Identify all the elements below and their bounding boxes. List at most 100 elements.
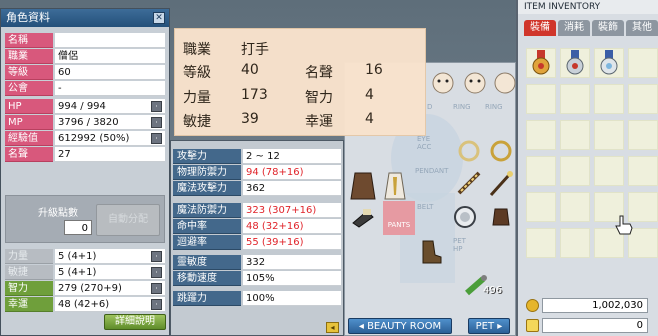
equip-slot-boots[interactable]: [417, 237, 445, 267]
tooltip-level-label: 等級: [183, 65, 211, 81]
inventory-slot-empty[interactable]: [526, 228, 556, 258]
equip-slot-weapon[interactable]: [455, 169, 483, 199]
equip-slot-face[interactable]: [429, 69, 457, 99]
hp-plus-button[interactable]: ·: [151, 101, 162, 112]
inventory-slot-empty[interactable]: [560, 156, 590, 186]
beauty-room-button[interactable]: ◂ BEAUTY ROOM: [348, 318, 452, 334]
character-info-window: 角色資料 ✕ 名稱 職業 僧侶 等級 60 公會 - HP 994 / 994 · MP 3…: [0, 8, 170, 336]
slot-label-pants[interactable]: PANTS: [383, 201, 415, 235]
ap-label: 升級點數: [38, 208, 78, 219]
character-tooltip: 職業 打手 等級 40 名聲 16 力量 173 智力 4 敏捷 39 幸運 4: [174, 28, 426, 136]
slot-label-ring-2: RING: [485, 103, 503, 111]
equip-slot-ring[interactable]: [487, 137, 515, 167]
detail-row-attack: 攻擊力 2 ~ 12: [173, 149, 341, 164]
str-plus-button[interactable]: ·: [151, 251, 162, 262]
close-icon[interactable]: ✕: [153, 12, 165, 24]
inventory-slot-empty[interactable]: [560, 84, 590, 114]
inventory-title: ITEM INVENTORY: [518, 0, 658, 14]
tab-use[interactable]: 消耗: [558, 20, 590, 36]
detail-stats-panel: 攻擊力 2 ~ 12 物理防禦力 94 (78+16) 魔法攻擊力 362 魔法防禦力…: [170, 140, 344, 336]
star-icon: [526, 319, 539, 332]
tooltip-dex-value: 39: [241, 111, 259, 127]
exp-info-button[interactable]: ·: [151, 133, 162, 144]
stat-row-hp: HP 994 / 994 ·: [5, 99, 165, 114]
inventory-slot-empty[interactable]: [628, 84, 658, 114]
inventory-slot-empty[interactable]: [560, 192, 590, 222]
tab-etc[interactable]: 其他: [626, 20, 658, 36]
points-row: 0: [526, 318, 652, 333]
slot-label-belt: BELT: [417, 203, 434, 211]
inventory-slot-medal-3[interactable]: [594, 48, 624, 78]
collapse-icon[interactable]: ◂: [326, 322, 339, 333]
tooltip-job-label: 職業: [183, 42, 211, 58]
inventory-slot-empty[interactable]: [526, 156, 556, 186]
attr-row-dex: 敏捷 5 (4+1) ·: [5, 265, 165, 280]
inventory-slot-medal-1[interactable]: [526, 48, 556, 78]
detail-row-mattack: 魔法攻擊力 362: [173, 181, 341, 196]
tooltip-str-label: 力量: [183, 90, 211, 106]
equip-slot-shoes[interactable]: [349, 203, 377, 233]
tooltip-int-label: 智力: [305, 90, 333, 106]
stat-row-name: 名稱: [5, 33, 165, 48]
attr-row-luk: 幸運 48 (42+6) ·: [5, 297, 165, 312]
inventory-slot-empty[interactable]: [526, 192, 556, 222]
tooltip-str-value: 173: [241, 87, 268, 103]
equip-slot-accessory[interactable]: [487, 203, 515, 233]
detail-row-speed: 移動速度 105%: [173, 271, 341, 286]
meso-coin-icon: [526, 299, 539, 312]
stat-row-guild: 公會 -: [5, 81, 165, 96]
character-window-title: 角色資料: [6, 11, 50, 24]
mp-plus-button[interactable]: ·: [151, 117, 162, 128]
inventory-slot-empty[interactable]: [560, 228, 590, 258]
inventory-slot-empty[interactable]: [628, 120, 658, 150]
pet-button[interactable]: PET ▸: [468, 318, 510, 334]
dex-plus-button[interactable]: ·: [151, 267, 162, 278]
auto-assign-button[interactable]: 自動分配: [96, 204, 160, 236]
tooltip-int-value: 4: [365, 87, 374, 103]
attr-row-str: 力量 5 (4+1) ·: [5, 249, 165, 264]
beauty-room-label: BEAUTY ROOM: [367, 321, 442, 332]
tab-equip[interactable]: 裝備: [524, 20, 556, 36]
ap-value: 0: [64, 220, 92, 235]
equip-slot-overall[interactable]: [381, 171, 409, 201]
points-amount: 0: [542, 318, 648, 333]
tooltip-job-value: 打手: [241, 42, 269, 58]
ability-points-box: 升級點數 0 自動分配: [5, 195, 165, 243]
inventory-slot-empty[interactable]: [594, 84, 624, 114]
detail-row-mdef: 魔法防禦力 323 (307+16): [173, 203, 341, 218]
slot-label-pendant: PENDANT: [415, 167, 449, 175]
int-plus-button[interactable]: ·: [151, 283, 162, 294]
tab-setup[interactable]: 裝飾: [592, 20, 624, 36]
luk-plus-button[interactable]: ·: [151, 299, 162, 310]
equip-slot-wand[interactable]: [487, 169, 515, 199]
tooltip-level-value: 40: [241, 62, 259, 78]
character-window-titlebar[interactable]: 角色資料 ✕: [1, 9, 169, 27]
stat-row-fame: 名聲 27: [5, 147, 165, 162]
meso-row: 1,002,030: [526, 298, 652, 313]
detail-row-accuracy: 命中率 48 (32+16): [173, 219, 341, 234]
stat-row-mp: MP 3796 / 3820 ·: [5, 115, 165, 130]
attr-row-int: 智力 279 (270+9) ·: [5, 281, 165, 296]
equip-slot-shield[interactable]: [451, 203, 479, 233]
equip-slot-cape[interactable]: [349, 171, 377, 201]
inventory-slot-empty[interactable]: [594, 156, 624, 186]
inventory-slot-empty[interactable]: [628, 156, 658, 186]
equip-slot-face-3[interactable]: [491, 69, 519, 99]
item-inventory-window: ITEM INVENTORY 裝備 消耗 裝飾 其他 1,002,030 0: [516, 0, 658, 336]
tooltip-luk-value: 4: [365, 111, 374, 127]
detail-row-jump: 跳躍力 100%: [173, 291, 341, 306]
inventory-slot-empty[interactable]: [594, 120, 624, 150]
equip-slot-ring-2[interactable]: [455, 137, 483, 167]
stat-row-job: 職業 僧侶: [5, 49, 165, 64]
inventory-slot-empty[interactable]: [526, 120, 556, 150]
inventory-slot-medal-2[interactable]: [560, 48, 590, 78]
slot-label-ring: RING: [453, 103, 471, 111]
inventory-slot-empty[interactable]: [526, 84, 556, 114]
tooltip-dex-label: 敏捷: [183, 114, 211, 130]
stat-row-exp: 經驗值 612992 (50%) ·: [5, 131, 165, 146]
detail-button[interactable]: 詳細說明: [104, 314, 166, 330]
equip-slot-face-2[interactable]: [461, 69, 489, 99]
inventory-slot-empty[interactable]: [628, 48, 658, 78]
inventory-slot-empty[interactable]: [560, 120, 590, 150]
stat-row-level: 等級 60: [5, 65, 165, 80]
